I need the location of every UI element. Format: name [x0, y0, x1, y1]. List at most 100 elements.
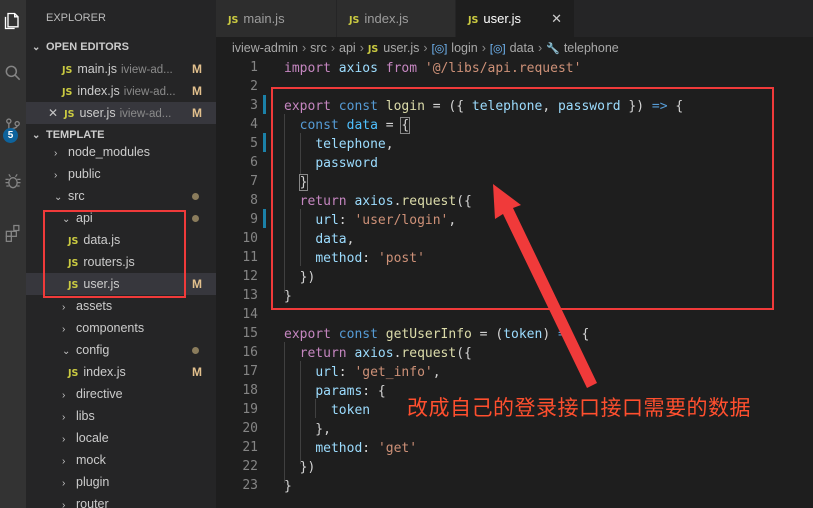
line-number: 2	[250, 79, 258, 94]
tree-folder-locale[interactable]: › locale	[26, 427, 216, 449]
chevron-right-icon: ›	[62, 390, 66, 401]
explorer-header: EXPLORER	[46, 12, 106, 24]
modified-line-marker	[263, 95, 266, 114]
tree-folder-assets[interactable]: › assets	[26, 295, 216, 317]
code-line: },	[284, 422, 331, 437]
annotation-box-login-function	[271, 87, 774, 310]
modified-badge: M	[192, 62, 202, 76]
tree-folder-public[interactable]: › public	[26, 163, 216, 185]
debug-icon[interactable]	[0, 166, 26, 196]
source-control-badge: 5	[3, 128, 18, 143]
js-file-icon: JS	[64, 109, 75, 120]
wrench-icon: 🔧	[546, 43, 560, 55]
close-icon[interactable]: ✕	[551, 0, 562, 37]
open-editor-index-js[interactable]: JS index.js iview-ad... M	[26, 80, 216, 102]
breadcrumb-item[interactable]: user.js	[383, 41, 419, 55]
line-number: 4	[250, 117, 258, 132]
tree-folder-src[interactable]: ⌄ src	[26, 185, 216, 207]
code-line: url: 'get_info',	[315, 365, 441, 380]
modified-line-marker	[263, 133, 266, 152]
activity-bar: 5	[0, 0, 26, 508]
line-number: 16	[242, 345, 258, 360]
line-number: 5	[250, 136, 258, 151]
search-icon[interactable]	[0, 58, 26, 88]
open-editor-main-js[interactable]: JS main.js iview-ad... M	[26, 58, 216, 80]
line-number: 3	[250, 98, 258, 113]
breadcrumb-item[interactable]: src	[310, 41, 327, 55]
line-number: 18	[242, 383, 258, 398]
chevron-right-icon: ›	[537, 41, 543, 55]
tree-folder-libs[interactable]: › libs	[26, 405, 216, 427]
tab-main-js[interactable]: JS main.js	[216, 0, 336, 37]
close-icon[interactable]: ✕	[48, 106, 58, 120]
code-line: token	[330, 403, 371, 418]
open-editors-section[interactable]: ⌄ OPEN EDITORS	[26, 36, 216, 58]
tree-folder-directive[interactable]: › directive	[26, 383, 216, 405]
breadcrumb: iview-admin › src › api › JS user.js › [◎] login ›[…	[216, 37, 813, 59]
line-number: 13	[242, 288, 258, 303]
breadcrumb-item[interactable]: api	[339, 41, 356, 55]
chevron-right-icon: ›	[62, 434, 66, 445]
js-file-icon: JS	[468, 15, 479, 26]
symbol-variable-icon: [◎]	[489, 43, 506, 55]
chevron-down-icon: ⌄	[54, 192, 63, 203]
line-number: 21	[242, 440, 258, 455]
js-file-icon: JS	[228, 15, 239, 26]
code-line: export const getUserInfo = (token) => {	[284, 327, 590, 342]
chevron-right-icon: ›	[54, 170, 58, 181]
line-number: 11	[242, 250, 258, 265]
chevron-right-icon: ›	[481, 41, 486, 55]
js-file-icon: JS	[62, 65, 73, 76]
chevron-down-icon: ⌄	[32, 42, 41, 53]
line-number: 7	[250, 174, 258, 189]
tab-user-js[interactable]: JS user.js ✕	[456, 0, 574, 37]
tree-folder-mock[interactable]: › mock	[26, 449, 216, 471]
modified-badge: M	[192, 84, 202, 98]
chevron-right-icon: ›	[423, 41, 428, 55]
tree-folder-plugin[interactable]: › plugin	[26, 471, 216, 493]
chevron-right-icon: ›	[302, 41, 307, 55]
code-line: params: {	[315, 384, 386, 399]
modified-dot	[192, 193, 199, 200]
editor-tab-bar: JS main.js JS index.js JS user.js ✕	[216, 0, 813, 37]
line-number: 12	[242, 269, 258, 284]
line-number: 17	[242, 364, 258, 379]
js-file-icon: JS	[349, 15, 360, 26]
chevron-right-icon: ›	[62, 412, 66, 423]
breadcrumb-item[interactable]: data	[510, 41, 534, 55]
chevron-right-icon: ›	[54, 148, 58, 159]
line-number: 19	[242, 402, 258, 417]
line-number: 8	[250, 193, 258, 208]
breadcrumb-item[interactable]: telephone	[564, 41, 619, 55]
modified-badge: M	[192, 277, 202, 291]
line-number: 9	[250, 212, 258, 227]
open-editor-user-js[interactable]: ✕ JS user.js iview-ad... M	[26, 102, 216, 124]
js-file-icon: JS	[367, 44, 379, 55]
chevron-right-icon: ›	[62, 324, 66, 335]
chevron-right-icon: ›	[62, 302, 66, 313]
js-file-icon: JS	[62, 87, 73, 98]
chevron-right-icon: ›	[359, 41, 364, 55]
js-file-icon: JS	[68, 368, 79, 379]
tree-file-config-index-js[interactable]: JS index.js M	[26, 361, 216, 383]
explorer-icon[interactable]	[0, 6, 26, 36]
code-line: method: 'get'	[315, 441, 418, 456]
code-line: })	[284, 460, 316, 475]
annotation-box-api-folder	[43, 210, 186, 298]
code-line: }	[284, 479, 292, 494]
modified-badge: M	[192, 106, 202, 120]
tree-folder-components[interactable]: › components	[26, 317, 216, 339]
tab-index-js[interactable]: JS index.js	[337, 0, 455, 37]
line-number: 23	[242, 478, 258, 493]
annotation-note: 改成自己的登录接口接口需要的数据	[407, 396, 751, 420]
breadcrumb-item[interactable]: iview-admin	[232, 41, 298, 55]
tree-folder-router[interactable]: › router	[26, 493, 216, 508]
tree-folder-config[interactable]: ⌄ config	[26, 339, 216, 361]
extensions-icon[interactable]	[0, 218, 26, 248]
tree-folder-node-modules[interactable]: › node_modules	[26, 141, 216, 163]
breadcrumb-item[interactable]: login	[451, 41, 477, 55]
line-number: 22	[242, 459, 258, 474]
code-line: import axios from '@/libs/api.request'	[284, 61, 582, 76]
modified-dot	[192, 347, 199, 354]
symbol-variable-icon: [◎]	[431, 43, 448, 55]
